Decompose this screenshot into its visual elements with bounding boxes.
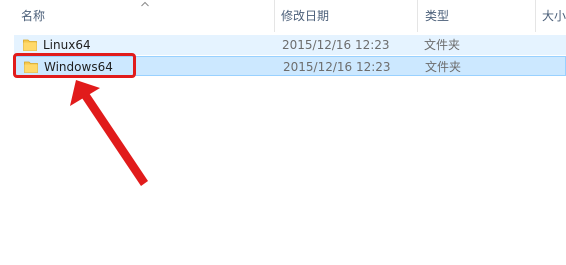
file-date-modified: 2015/12/16 12:23: [283, 60, 391, 74]
column-header-size[interactable]: 大小: [542, 0, 566, 32]
file-date-modified: 2015/12/16 12:23: [282, 38, 390, 52]
sort-ascending-icon: [141, 1, 149, 7]
folder-icon: [23, 39, 37, 51]
file-name: Linux64: [43, 38, 91, 52]
column-separator[interactable]: [274, 0, 275, 32]
column-header-date-modified[interactable]: 修改日期: [281, 0, 411, 32]
file-type: 文件夹: [424, 38, 461, 52]
column-header-type[interactable]: 类型: [425, 0, 525, 32]
column-separator[interactable]: [417, 0, 418, 32]
file-type: 文件夹: [425, 60, 462, 74]
file-explorer-list: 名称 修改日期 类型 大小 Linux64 2015/12/16 12:23 文…: [0, 0, 566, 265]
column-header-row: 名称 修改日期 类型 大小: [0, 0, 566, 32]
file-row[interactable]: Linux64 2015/12/16 12:23 文件夹: [14, 35, 566, 55]
annotation-highlight-box: [13, 53, 136, 78]
column-separator[interactable]: [535, 0, 536, 32]
